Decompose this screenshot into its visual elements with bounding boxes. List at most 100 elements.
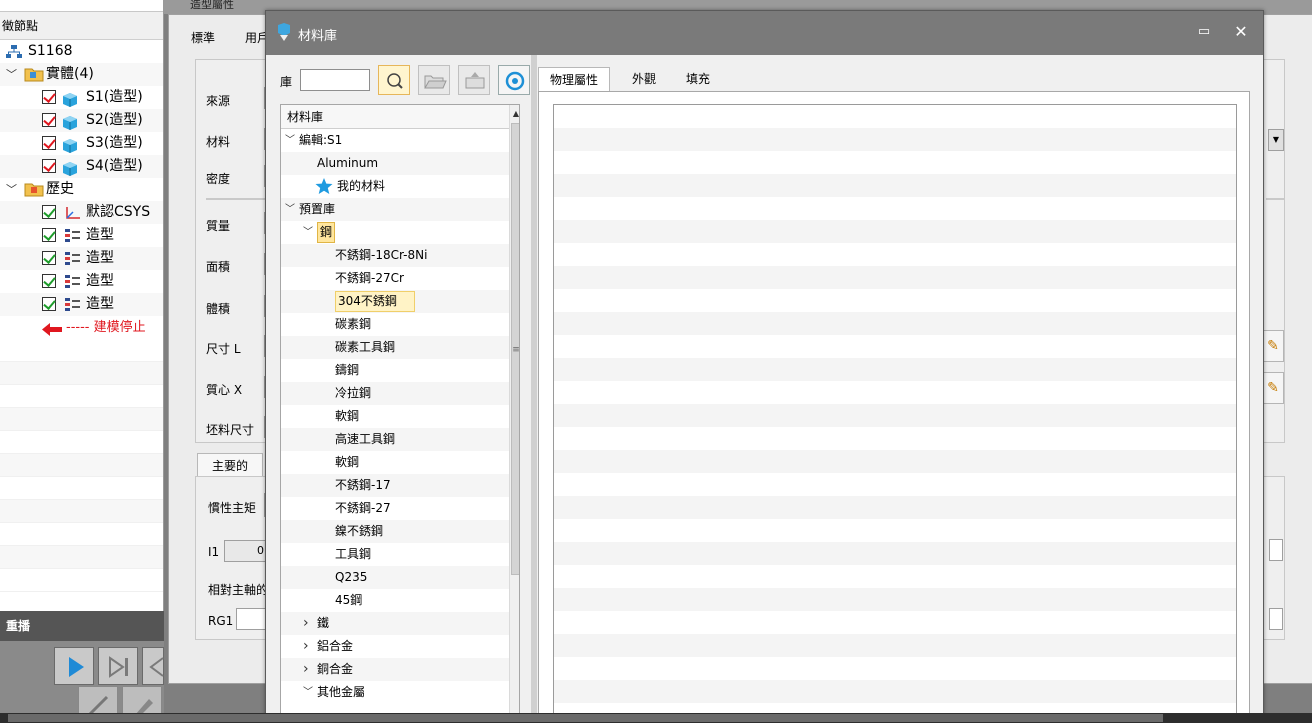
tree-item-body[interactable]: S3(造型) — [0, 132, 163, 155]
step-back-button[interactable] — [142, 647, 164, 685]
material-tree-item[interactable]: 冷拉鋼 — [281, 382, 509, 405]
tree-item-body[interactable]: S4(造型) — [0, 155, 163, 178]
rg3-field[interactable] — [1269, 608, 1283, 630]
material-tree-item[interactable]: ﹀ 編輯:S1 — [281, 129, 509, 152]
export-icon — [465, 72, 485, 89]
properties-grid[interactable] — [553, 104, 1237, 723]
material-tree-item[interactable]: ﹀ 鋼 — [281, 221, 509, 244]
search-button[interactable] — [378, 65, 410, 95]
visibility-checkbox[interactable] — [42, 297, 56, 311]
material-tree-item[interactable]: 我的材料 — [281, 175, 509, 198]
visibility-checkbox[interactable] — [42, 228, 56, 242]
material-tree-item[interactable]: ﹀ 其他金屬 — [281, 681, 509, 704]
tree-group-history[interactable]: ﹀ 歷史 — [0, 178, 163, 201]
material-tree-item[interactable]: 45鋼 — [281, 589, 509, 612]
step-forward-button[interactable] — [98, 647, 138, 685]
play-button[interactable] — [54, 647, 94, 685]
material-tree-item[interactable]: › 鋁合金 — [281, 635, 509, 658]
tree-item-history[interactable]: 造型 — [0, 293, 163, 316]
i3-field[interactable] — [1269, 539, 1283, 561]
i1-field[interactable]: 0. — [224, 540, 270, 562]
edit-centroid-button[interactable]: ✎ — [1262, 372, 1284, 404]
visibility-checkbox[interactable] — [42, 113, 56, 127]
material-tree-item[interactable]: 304不銹鋼 — [281, 290, 509, 313]
export-button[interactable] — [458, 65, 490, 95]
chevron-right-icon[interactable]: › — [303, 612, 309, 635]
material-tree-item-label: 鑄鋼 — [335, 363, 360, 377]
visibility-checkbox[interactable] — [42, 251, 56, 265]
material-tree-item[interactable]: 碳素工具鋼 — [281, 336, 509, 359]
visibility-checkbox[interactable] — [42, 136, 56, 150]
material-library-dialog: 材料庫 ▭ ✕ 庫 材料庫 ﹀ 編輯:S1 Aluminum 我的材料 ﹀ 預置庫 ﹀ 鋼不銹… — [265, 10, 1264, 723]
tree-scrollbar[interactable]: ▲ ≡ — [509, 105, 519, 721]
material-dropdown[interactable]: ▼ — [1268, 129, 1284, 151]
horizontal-scrollbar[interactable] — [0, 713, 1312, 723]
tab-main[interactable]: 主要的 — [197, 453, 263, 477]
chevron-down-icon[interactable]: ﹀ — [303, 221, 313, 244]
material-tree-item[interactable]: Q235 — [281, 566, 509, 589]
field-label-centroid: 質心 X — [206, 383, 243, 397]
tab-hatch[interactable]: 填充 — [674, 67, 722, 91]
edit-size-button[interactable]: ✎ — [1262, 330, 1284, 362]
chevron-down-icon[interactable]: ﹀ — [6, 178, 17, 201]
tree-root[interactable]: S1168 — [0, 40, 163, 63]
field-label-source: 來源 — [206, 94, 231, 108]
visibility-checkbox[interactable] — [42, 159, 56, 173]
material-tree-item[interactable]: › 鐵 — [281, 612, 509, 635]
sync-button[interactable] — [498, 65, 530, 95]
tree-item-history[interactable]: 默認CSYS — [0, 201, 163, 224]
material-tree-item-label: 鋁合金 — [317, 639, 354, 653]
material-tree-item[interactable]: 不銹鋼-17 — [281, 474, 509, 497]
empty-row — [0, 523, 163, 546]
visibility-checkbox[interactable] — [42, 274, 56, 288]
material-tree-item[interactable]: 鎳不銹鋼 — [281, 520, 509, 543]
visibility-checkbox[interactable] — [42, 205, 56, 219]
close-button[interactable]: ✕ — [1232, 23, 1250, 41]
material-tree-item-label: Aluminum — [317, 156, 379, 170]
tree-item-body[interactable]: S1(造型) — [0, 86, 163, 109]
empty-row — [0, 546, 163, 569]
material-tree-item[interactable]: ﹀ 預置庫 — [281, 198, 509, 221]
splitter[interactable] — [531, 55, 537, 722]
material-tree-item[interactable]: › 銅合金 — [281, 658, 509, 681]
material-tree-item[interactable]: 不銹鋼-18Cr-8Ni — [281, 244, 509, 267]
material-tree-item-label: 其他金屬 — [317, 685, 366, 699]
material-tree-item[interactable]: 不銹鋼-27 — [281, 497, 509, 520]
material-tree-item-label: 碳素工具鋼 — [335, 340, 396, 354]
visibility-checkbox[interactable] — [42, 90, 56, 104]
material-tree-item-label: 編輯:S1 — [299, 133, 343, 147]
tab-standard[interactable]: 標準 — [191, 29, 215, 46]
chevron-down-icon[interactable]: ﹀ — [285, 129, 295, 152]
material-tree-item[interactable]: 軟鋼 — [281, 451, 509, 474]
tree-item-history[interactable]: 造型 — [0, 247, 163, 270]
material-tree-item[interactable]: Aluminum — [281, 152, 509, 175]
scroll-thumb[interactable]: ≡ — [511, 123, 519, 575]
chevron-right-icon[interactable]: › — [303, 658, 309, 681]
tab-appearance[interactable]: 外觀 — [620, 67, 668, 91]
scroll-thumb[interactable] — [8, 714, 1163, 722]
tab-physical[interactable]: 物理屬性 — [538, 67, 610, 91]
tree-group-bodies[interactable]: ﹀ 實體(4) — [0, 63, 163, 86]
material-tree-item[interactable]: 不銹鋼-27Cr — [281, 267, 509, 290]
restore-button[interactable]: ▭ — [1196, 25, 1212, 39]
material-tree-item[interactable]: 工具鋼 — [281, 543, 509, 566]
material-tree-item-label: 不銹鋼-18Cr-8Ni — [335, 248, 428, 262]
scroll-up-icon[interactable]: ▲ — [510, 105, 519, 123]
close-icon: ✕ — [1234, 22, 1248, 41]
tree-item-body[interactable]: S2(造型) — [0, 109, 163, 132]
material-tree-item[interactable]: 軟鋼 — [281, 405, 509, 428]
rollback-marker[interactable]: ----- 建模停止 — [0, 316, 163, 339]
chevron-down-icon[interactable]: ﹀ — [303, 681, 313, 704]
tree-item-history[interactable]: 造型 — [0, 270, 163, 293]
chevron-down-icon[interactable]: ﹀ — [285, 198, 295, 221]
chevron-right-icon[interactable]: › — [303, 635, 309, 658]
material-tree-item[interactable]: 碳素鋼 — [281, 313, 509, 336]
library-search-input[interactable] — [300, 69, 370, 91]
open-folder-button[interactable] — [418, 65, 450, 95]
chevron-down-icon[interactable]: ﹀ — [6, 63, 17, 86]
history-label: 造型 — [86, 273, 114, 289]
tree-item-history[interactable]: 造型 — [0, 224, 163, 247]
material-tree-item[interactable]: 高速工具鋼 — [281, 428, 509, 451]
material-tree-item[interactable]: 鑄鋼 — [281, 359, 509, 382]
rg1-label: RG1 — [208, 614, 234, 628]
